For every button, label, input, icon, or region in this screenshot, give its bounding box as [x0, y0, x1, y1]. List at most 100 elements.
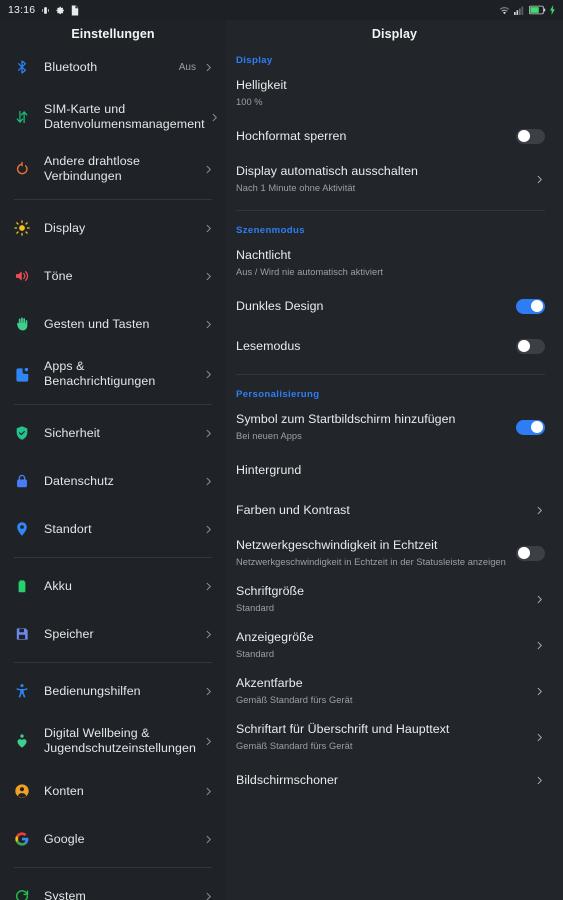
section-heading: Display: [236, 55, 273, 66]
vibrate-icon: [40, 5, 51, 16]
battery-icon: [14, 578, 44, 594]
setting-row[interactable]: Display automatisch ausschalten Nach 1 Mi…: [236, 156, 545, 202]
sidebar-item-label: Andere drahtlose Verbindungen: [44, 154, 140, 183]
sidebar-item-label: Bluetooth: [44, 59, 98, 74]
status-bar-left: 13:16: [8, 4, 80, 16]
sidebar-item-akku[interactable]: Akku: [0, 562, 226, 610]
sidebar-item-bedienungshilfen[interactable]: Bedienungshilfen: [0, 667, 226, 715]
sidebar-item-label: Speicher: [44, 626, 94, 641]
chevron-right-icon: [203, 581, 214, 592]
sidebar-separator: [14, 867, 212, 868]
sound-icon: [14, 268, 44, 284]
setting-row-control: [534, 686, 545, 697]
sidebar-item-speicher[interactable]: Speicher: [0, 610, 226, 658]
setting-title: Farben und Kontrast: [236, 502, 350, 517]
setting-row-control: [534, 505, 545, 516]
chevron-right-icon: [534, 640, 545, 651]
setting-row[interactable]: Hochformat sperren: [236, 116, 545, 156]
setting-row-control: [534, 775, 545, 786]
sidebar-item-label: Akku: [44, 578, 72, 593]
detail-content: Display Helligkeit 100 % Hochformat sperren…: [226, 41, 563, 800]
setting-row[interactable]: Dunkles Design: [236, 286, 545, 326]
toggle-knob: [517, 340, 530, 352]
account-icon: [14, 783, 44, 799]
setting-row[interactable]: Schriftart für Überschrift und Haupttext…: [236, 714, 545, 760]
sidebar-separator: [14, 404, 212, 405]
sidebar-item-apps-benachrichtigungen[interactable]: Apps & Benachrichtigungen: [0, 348, 226, 400]
setting-title: Anzeigegröße: [236, 630, 314, 644]
setting-row[interactable]: Netzwerkgeschwindigkeit in Echtzeit Netzw…: [236, 530, 545, 576]
chevron-right-icon: [203, 891, 214, 900]
sidebar-item-konten[interactable]: Konten: [0, 767, 226, 815]
setting-row-text: Symbol zum Startbildschirm hinzufügen Bei…: [236, 412, 516, 442]
setting-row[interactable]: Bildschirmschoner: [236, 760, 545, 800]
sidebar-item-digital-wellbeing-jugendschutzeinstellungen[interactable]: Digital Wellbeing & Jugendschutzeinstell…: [0, 715, 226, 767]
panes: Einstellungen Bluetooth Aus SIM-Karte und …: [0, 20, 563, 900]
chevron-right-icon: [203, 524, 214, 535]
setting-row-control: [534, 640, 545, 651]
sidebar-item-label: Google: [44, 831, 85, 846]
setting-row[interactable]: Symbol zum Startbildschirm hinzufügen Bei…: [236, 404, 545, 450]
sidebar-item-standort[interactable]: Standort: [0, 505, 226, 553]
wellbeing-icon: [14, 733, 44, 749]
sidebar-item-value: Aus: [178, 61, 196, 73]
setting-row-text: Hochformat sperren: [236, 129, 516, 144]
setting-row-control: [516, 128, 545, 144]
sidebar-item-label: Sicherheit: [44, 425, 101, 440]
tablet-settings-screen: 13:16 Einstellungen Bluetooth Aus SIM-Ka…: [0, 0, 563, 900]
setting-row-text: Anzeigegröße Standard: [236, 630, 534, 660]
setting-row[interactable]: Schriftgröße Standard: [236, 576, 545, 622]
toggle-switch[interactable]: [516, 128, 545, 144]
sidebar-item-andere-drahtlose-verbindungen[interactable]: Andere drahtlose Verbindungen: [0, 143, 226, 195]
setting-subtitle: Standard: [236, 603, 275, 613]
settings-sidebar[interactable]: Einstellungen Bluetooth Aus SIM-Karte und …: [0, 20, 226, 900]
setting-subtitle: Standard: [236, 649, 275, 659]
chevron-right-icon: [203, 369, 214, 380]
setting-row-text: Hintergrund: [236, 463, 545, 478]
toggle-switch[interactable]: [516, 419, 545, 435]
setting-row[interactable]: Farben und Kontrast: [236, 490, 545, 530]
setting-row-text: Lesemodus: [236, 339, 516, 354]
setting-row-text: Dunkles Design: [236, 299, 516, 314]
chevron-right-icon: [534, 775, 545, 786]
sidebar-item-sim-karte-und-datenvolumensmanagement[interactable]: SIM-Karte und Datenvolumensmanagement: [0, 91, 226, 143]
sidebar-item-sicherheit[interactable]: Sicherheit: [0, 409, 226, 457]
chevron-right-icon: [534, 732, 545, 743]
setting-title: Netzwerkgeschwindigkeit in Echtzeit: [236, 538, 438, 552]
chevron-right-icon: [534, 686, 545, 697]
setting-row[interactable]: Hintergrund: [236, 450, 545, 490]
chevron-right-icon: [203, 319, 214, 330]
google-icon: [14, 831, 44, 847]
toggle-knob: [531, 421, 544, 433]
sidebar-item-label: Bedienungshilfen: [44, 683, 141, 698]
toggle-switch[interactable]: [516, 545, 545, 561]
sidebar-item-datenschutz[interactable]: Datenschutz: [0, 457, 226, 505]
sidebar-item-label: Konten: [44, 783, 84, 798]
setting-row[interactable]: Helligkeit 100 %: [236, 70, 545, 116]
sidebar-item-bluetooth[interactable]: Bluetooth Aus: [0, 43, 226, 91]
setting-subtitle: Netzwerkgeschwindigkeit in Echtzeit in d…: [236, 557, 506, 567]
toggle-switch[interactable]: [516, 338, 545, 354]
toggle-knob: [517, 547, 530, 559]
display-detail-pane[interactable]: Display Display Helligkeit 100 % Hochformat…: [226, 20, 563, 900]
setting-row-text: Netzwerkgeschwindigkeit in Echtzeit Netzw…: [236, 538, 516, 568]
setting-row[interactable]: Akzentfarbe Gemäß Standard fürs Gerät: [236, 668, 545, 714]
section-heading: Personalisierung: [236, 389, 320, 400]
setting-row[interactable]: Anzeigegröße Standard: [236, 622, 545, 668]
sidebar-item-töne[interactable]: Töne: [0, 252, 226, 300]
sidebar-item-display[interactable]: Display: [0, 204, 226, 252]
app-icon: [70, 4, 80, 16]
system-refresh-icon: [14, 888, 44, 900]
setting-row-text: Schriftgröße Standard: [236, 584, 534, 614]
setting-row[interactable]: Nachtlicht Aus / Wird nie automatisch akt…: [236, 240, 545, 286]
chevron-right-icon: [209, 112, 220, 123]
sidebar-item-google[interactable]: Google: [0, 815, 226, 863]
setting-title: Display automatisch ausschalten: [236, 164, 418, 178]
sidebar-item-system[interactable]: System: [0, 872, 226, 900]
setting-title: Helligkeit: [236, 78, 287, 92]
setting-row-text: Farben und Kontrast: [236, 503, 534, 518]
sidebar-item-gesten-und-tasten[interactable]: Gesten und Tasten: [0, 300, 226, 348]
setting-subtitle: Gemäß Standard fürs Gerät: [236, 741, 353, 751]
toggle-switch[interactable]: [516, 298, 545, 314]
setting-row[interactable]: Lesemodus: [236, 326, 545, 366]
